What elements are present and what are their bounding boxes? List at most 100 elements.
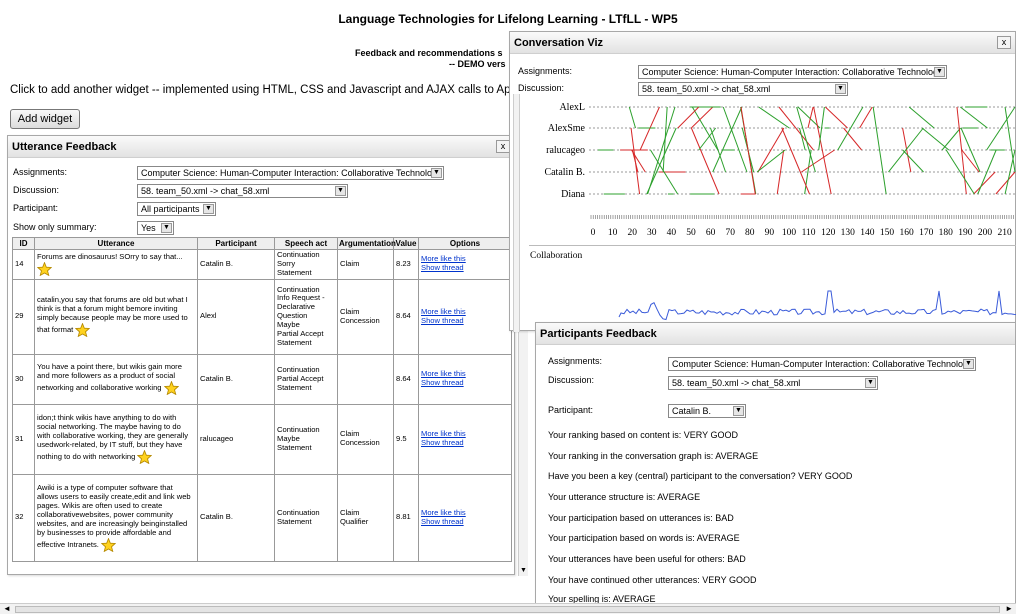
- link-line: [818, 106, 825, 151]
- scroll-right-icon[interactable]: ►: [1005, 604, 1013, 613]
- participant-name: AlexSme: [548, 123, 586, 134]
- link-line: [631, 149, 646, 173]
- viz-assignments-select[interactable]: Computer Science: Human-Computer Interac…: [638, 65, 947, 79]
- feedback-line: Your ranking based on content is: VERY G…: [548, 430, 738, 440]
- discussion-select[interactable]: 58. team_50.xml -> chat_58.xml ▼: [137, 184, 348, 198]
- cell-value: 9.5: [393, 403, 419, 475]
- tick-label: 190: [958, 228, 973, 238]
- show-thread-link[interactable]: Show thread: [421, 438, 509, 448]
- discussion-value: 58. team_50.xml -> chat_58.xml: [141, 186, 270, 196]
- cell-argumentation: [337, 353, 394, 405]
- scroll-left-icon[interactable]: ◄: [3, 604, 11, 613]
- summary-value: Yes: [141, 223, 156, 233]
- show-thread-link[interactable]: Show thread: [421, 378, 509, 388]
- feedback-line: Your participation based on words is: AV…: [548, 533, 740, 543]
- horizontal-scrollbar[interactable]: ◄ ►: [0, 603, 1016, 614]
- cell-value: 8.64: [393, 353, 419, 405]
- cell-argumentation: Claim Concession: [337, 278, 394, 355]
- cell-id: 14: [12, 249, 35, 280]
- add-widget-button[interactable]: Add widget: [10, 109, 80, 129]
- tick-label: 130: [841, 228, 856, 238]
- link-line: [921, 127, 950, 151]
- column-header: Options: [418, 237, 512, 250]
- participant-select[interactable]: All participants ▼: [137, 202, 216, 216]
- viz-discussion-label: Discussion:: [518, 83, 565, 93]
- pf-participant-select[interactable]: Catalin B. ▼: [668, 404, 746, 418]
- discussion-label: Discussion:: [13, 185, 60, 195]
- cell-participant: Catalin B.: [197, 353, 275, 405]
- pf-assignments-select[interactable]: Computer Science: Human-Computer Interac…: [668, 357, 976, 371]
- column-header: Participant: [197, 237, 275, 250]
- chevron-down-icon: ▼: [934, 67, 945, 77]
- cell-participant: Catalin B.: [197, 473, 275, 562]
- star-icon: [163, 381, 179, 396]
- table-header-row: ID Utterance Participant Speech act Argument…: [12, 237, 512, 250]
- column-header: Speech act: [274, 237, 338, 250]
- cell-options: More like this Show thread: [418, 473, 512, 562]
- pf-discussion-value: 58. team_50.xml -> chat_58.xml: [672, 378, 801, 388]
- cell-utterance: Awiki is a type of computer software tha…: [34, 473, 198, 562]
- tick-label: 110: [802, 228, 816, 238]
- cell-participant: ralucageo: [197, 403, 275, 475]
- participant-value: All participants: [141, 204, 200, 214]
- conversation-viz-widget: Conversation Viz x Assignments: Computer…: [509, 31, 1016, 332]
- tick-label: 120: [821, 228, 836, 238]
- cell-argumentation: Claim: [337, 249, 394, 280]
- cell-value: 8.81: [393, 473, 419, 562]
- tick-label: 30: [647, 228, 657, 238]
- assignments-label: Assignments:: [13, 167, 68, 177]
- participant-name: ralucageo: [546, 145, 585, 156]
- table-row: 32 Awiki is a type of computer software …: [12, 473, 512, 562]
- cell-argumentation: Claim Concession: [337, 403, 394, 475]
- cell-participant: Alexl: [197, 278, 275, 355]
- link-line: [690, 127, 720, 195]
- utterance-feedback-title[interactable]: Utterance Feedback: [8, 136, 514, 158]
- link-line: [1004, 106, 1016, 173]
- pf-discussion-select[interactable]: 58. team_50.xml -> chat_58.xml ▼: [668, 376, 878, 390]
- intro-text: Click to add another widget -- implement…: [10, 84, 563, 96]
- participants-feedback-widget: Participants Feedback Assignments: Compu…: [535, 322, 1016, 607]
- table-row: 14 Forums are dinosaurus! SOrry to say t…: [12, 249, 512, 280]
- close-icon[interactable]: x: [496, 140, 510, 153]
- tick-label: 90: [765, 228, 775, 238]
- column-header: Value: [393, 237, 419, 250]
- cell-options: More like this Show thread: [418, 278, 512, 355]
- chevron-down-icon: ▼: [865, 378, 876, 388]
- show-thread-link[interactable]: Show thread: [421, 316, 509, 326]
- tick-label: 150: [880, 228, 895, 238]
- pf-assignments-label: Assignments:: [548, 356, 603, 366]
- link-line: [758, 106, 790, 129]
- viz-discussion-value: 58. team_50.xml -> chat_58.xml: [642, 84, 771, 94]
- summary-select[interactable]: Yes ▼: [137, 221, 174, 235]
- tick-label: 160: [899, 228, 914, 238]
- close-icon[interactable]: x: [997, 36, 1011, 49]
- participants-feedback-title[interactable]: Participants Feedback: [536, 323, 1015, 345]
- cell-utterance: Forums are dinosaurus! SOrry to say that…: [34, 249, 198, 280]
- feedback-line: Your ranking in the conversation graph i…: [548, 451, 759, 461]
- link-line: [628, 106, 636, 129]
- viz-discussion-select[interactable]: 58. team_50.xml -> chat_58.xml ▼: [638, 82, 848, 96]
- show-thread-link[interactable]: Show thread: [421, 517, 509, 527]
- cell-speech-act: Continuation Sorry Statement: [274, 249, 338, 280]
- collaboration-line: [618, 290, 1016, 321]
- link-line: [961, 149, 980, 173]
- conversation-graph: AlexL AlexSme ralucageo Catalin B. Diana 0 10 2…: [544, 102, 1016, 238]
- page-subtitle: Feedback and recommendations s: [355, 48, 503, 58]
- table-row: 31 idon;t think wikis have anything to d…: [12, 403, 512, 475]
- participant-name: Diana: [561, 189, 585, 200]
- table-row: 29 catalin,you say that forums are old b…: [12, 278, 512, 355]
- cell-options: More like this Show thread: [418, 403, 512, 475]
- chevron-down-icon: ▼: [431, 168, 442, 178]
- assignments-select[interactable]: Computer Science: Human-Computer Interac…: [137, 166, 444, 180]
- tick-label: 80: [745, 228, 755, 238]
- viz-left-scrollbar[interactable]: [513, 94, 520, 332]
- collaboration-graph: Collaboration: [530, 251, 1016, 321]
- feedback-line: Have you been a key (central) participan…: [548, 471, 853, 481]
- show-thread-link[interactable]: Show thread: [421, 263, 509, 273]
- tick-label: 40: [667, 228, 677, 238]
- scrollbar-thumb[interactable]: [15, 606, 1000, 613]
- conversation-viz-title[interactable]: Conversation Viz: [510, 32, 1015, 54]
- cell-participant: Catalin B.: [197, 249, 275, 280]
- summary-label: Show only summary:: [13, 222, 97, 232]
- cell-argumentation: Claim Qualifier: [337, 473, 394, 562]
